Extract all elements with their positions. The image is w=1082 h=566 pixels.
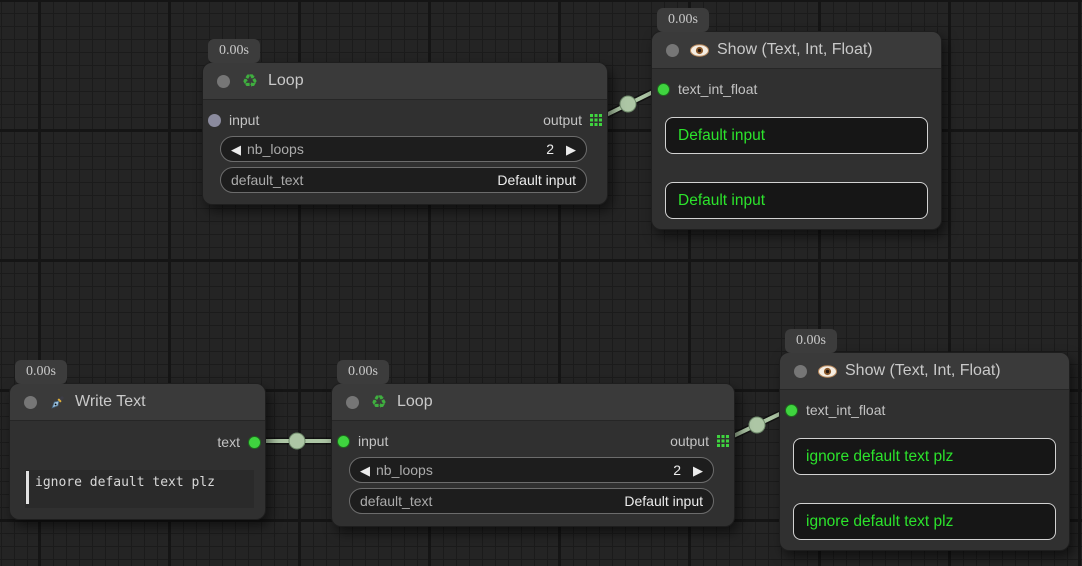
input-socket[interactable] bbox=[208, 114, 221, 127]
recycle-icon: ♻ bbox=[240, 72, 260, 90]
collapse-dot[interactable] bbox=[346, 396, 359, 409]
widget-label: default_text bbox=[360, 493, 432, 509]
eye-icon bbox=[817, 362, 837, 380]
node-title: Write Text bbox=[75, 393, 146, 411]
display-text-box[interactable]: ignore default text plz bbox=[793, 438, 1056, 475]
input-slot-label: text_int_float bbox=[678, 81, 757, 97]
text-cursor bbox=[26, 471, 29, 504]
output-slot-label: text bbox=[217, 434, 240, 450]
wire-write-to-loop2 bbox=[253, 433, 341, 449]
decrement-arrow-icon[interactable]: ◀ bbox=[360, 464, 370, 477]
node-title: Show (Text, Int, Float) bbox=[717, 41, 873, 59]
widget-value: Default input bbox=[497, 172, 576, 188]
default-text-field[interactable]: default_text Default input bbox=[349, 488, 714, 514]
display-text-box[interactable]: Default input bbox=[665, 117, 928, 154]
eye-icon bbox=[689, 41, 709, 59]
widget-value: 2 bbox=[673, 462, 681, 478]
node-titlebar[interactable]: Write Text bbox=[10, 384, 265, 421]
node-show-2[interactable]: 0.00s Show (Text, Int, Float) text_int_f… bbox=[779, 352, 1070, 551]
widget-label: default_text bbox=[231, 172, 303, 188]
increment-arrow-icon[interactable]: ▶ bbox=[693, 464, 703, 477]
node-show-1[interactable]: 0.00s Show (Text, Int, Float) text_int_f… bbox=[651, 31, 942, 230]
node-titlebar[interactable]: Show (Text, Int, Float) bbox=[780, 353, 1069, 390]
input-slot-label: input bbox=[358, 433, 388, 449]
output-slot-label: output bbox=[543, 112, 582, 128]
decrement-arrow-icon[interactable]: ◀ bbox=[231, 143, 241, 156]
slot-row: text_int_float bbox=[652, 77, 941, 101]
display-text-box[interactable]: ignore default text plz bbox=[793, 503, 1056, 540]
widget-label: nb_loops bbox=[376, 462, 433, 478]
execution-time-badge: 0.00s bbox=[15, 360, 67, 384]
widget-value: Default input bbox=[624, 493, 703, 509]
node-titlebar[interactable]: ♻ Loop bbox=[203, 63, 607, 100]
slot-row: text bbox=[10, 430, 265, 454]
grid-output-socket-icon[interactable] bbox=[717, 435, 729, 447]
display-text-box[interactable]: Default input bbox=[665, 182, 928, 219]
node-title: Show (Text, Int, Float) bbox=[845, 362, 1001, 380]
collapse-dot[interactable] bbox=[666, 44, 679, 57]
widget-value: 2 bbox=[546, 141, 554, 157]
slot-row: text_int_float bbox=[780, 398, 1069, 422]
nb-loops-stepper[interactable]: ◀ nb_loops 2 ▶ bbox=[349, 457, 714, 483]
execution-time-badge: 0.00s bbox=[785, 329, 837, 353]
input-slot-label: input bbox=[229, 112, 259, 128]
input-socket[interactable] bbox=[657, 83, 670, 96]
node-titlebar[interactable]: Show (Text, Int, Float) bbox=[652, 32, 941, 69]
textarea-content: ignore default text plz bbox=[35, 475, 215, 490]
node-loop-2[interactable]: 0.00s ♻ Loop input output ◀ nb_loops 2 ▶… bbox=[331, 383, 735, 527]
text-editor-area[interactable]: ignore default text plz bbox=[25, 470, 254, 508]
pen-icon bbox=[47, 393, 67, 411]
input-socket[interactable] bbox=[337, 435, 350, 448]
slot-row: input output bbox=[332, 429, 734, 453]
collapse-dot[interactable] bbox=[24, 396, 37, 409]
nb-loops-stepper[interactable]: ◀ nb_loops 2 ▶ bbox=[220, 136, 587, 162]
recycle-icon: ♻ bbox=[369, 393, 389, 411]
execution-time-badge: 0.00s bbox=[337, 360, 389, 384]
widget-label: nb_loops bbox=[247, 141, 304, 157]
default-text-field[interactable]: default_text Default input bbox=[220, 167, 587, 193]
increment-arrow-icon[interactable]: ▶ bbox=[566, 143, 576, 156]
output-slot-label: output bbox=[670, 433, 709, 449]
input-slot-label: text_int_float bbox=[806, 402, 885, 418]
node-loop-1[interactable]: 0.00s ♻ Loop input output ◀ nb_loops 2 ▶… bbox=[202, 62, 608, 205]
execution-time-badge: 0.00s bbox=[657, 8, 709, 32]
node-title: Loop bbox=[268, 72, 304, 90]
node-title: Loop bbox=[397, 393, 433, 411]
input-socket[interactable] bbox=[785, 404, 798, 417]
node-titlebar[interactable]: ♻ Loop bbox=[332, 384, 734, 421]
collapse-dot[interactable] bbox=[217, 75, 230, 88]
node-write-text[interactable]: 0.00s Write Text text ignore default tex… bbox=[9, 383, 266, 520]
output-socket[interactable] bbox=[248, 436, 261, 449]
slot-row: input output bbox=[203, 108, 607, 132]
execution-time-badge: 0.00s bbox=[208, 39, 260, 63]
collapse-dot[interactable] bbox=[794, 365, 807, 378]
grid-output-socket-icon[interactable] bbox=[590, 114, 602, 126]
